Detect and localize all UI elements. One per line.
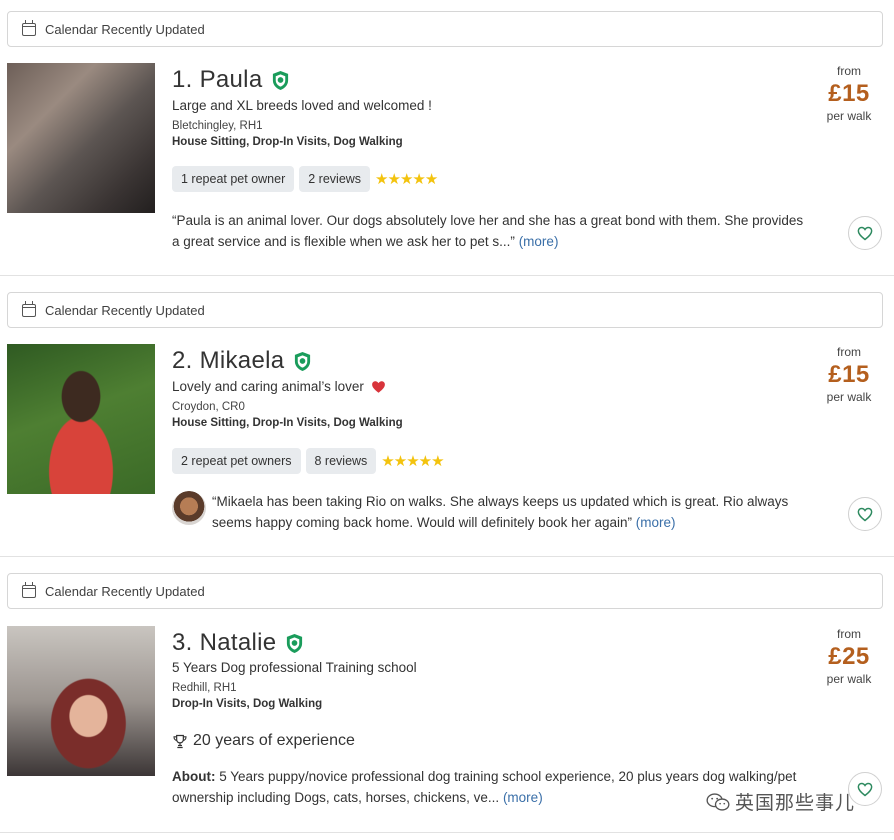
sitter-location: Bletchingley, RH1 [172,120,263,132]
favorite-button[interactable] [848,216,882,250]
price-from: from [837,64,861,78]
heart-icon [857,507,873,521]
sitter-services: House Sitting, Drop-In Visits, Dog Walki… [172,417,403,429]
about-label: About: [172,769,216,784]
reviews-count-badge[interactable]: 8 reviews [305,448,377,474]
sitter-name[interactable]: 3. Natalie [172,629,276,657]
trophy-icon [173,734,187,748]
heart-emoji-icon [371,380,385,393]
sitter-name[interactable]: 2. Mikaela [172,347,284,375]
reviewer-avatar [172,491,206,525]
shield-check-icon [287,633,303,653]
heart-icon [857,226,873,240]
wechat-icon [706,792,730,811]
review-snippet: “Paula is an animal lover. Our dogs abso… [172,210,812,252]
heart-icon [857,782,873,796]
more-link[interactable]: (more) [636,515,676,530]
review-snippet: “Mikaela has been taking Rio on walks. S… [212,491,812,533]
calendar-label: Calendar Recently Updated [45,302,205,318]
calendar-updated-bar: Calendar Recently Updated [7,573,883,609]
sitter-location: Croydon, CR0 [172,401,245,413]
sitter-photo[interactable] [7,63,155,213]
price-amount: £15 [828,361,870,388]
price-block: from £25 per walk [814,627,884,686]
shield-check-icon [273,70,289,90]
price-block: from £15 per walk [814,64,884,123]
repeat-owners-badge: 1 repeat pet owner [172,166,295,192]
about-text: 5 Years puppy/novice professional dog tr… [172,769,797,805]
calendar-label: Calendar Recently Updated [45,583,205,599]
more-link[interactable]: (more) [503,790,543,805]
calendar-updated-bar: Calendar Recently Updated [7,292,883,328]
price-unit: per walk [826,672,872,686]
calendar-icon [22,19,36,36]
shield-check-icon [295,351,311,371]
sitter-location: Redhill, RH1 [172,682,237,694]
review-text: “Paula is an animal lover. Our dogs abso… [172,213,804,249]
more-link[interactable]: (more) [519,234,559,249]
reviews-count-badge[interactable]: 2 reviews [299,166,371,192]
calendar-label: Calendar Recently Updated [45,21,205,37]
sitter-tagline: 5 Years Dog professional Training school [172,660,417,675]
experience-text: 20 years of experience [193,732,355,749]
price-unit: per walk [826,390,872,404]
favorite-button[interactable] [848,497,882,531]
sitter-name[interactable]: 1. Paula [172,66,262,94]
tagline-text: 5 Years Dog professional Training school [172,660,417,675]
watermark: 英国那些事儿 [705,788,855,815]
calendar-icon [22,581,36,598]
sitter-services: House Sitting, Drop-In Visits, Dog Walki… [172,136,403,148]
price-block: from £15 per walk [814,345,884,404]
price-amount: £25 [828,643,870,670]
price-from: from [837,627,861,641]
sitter-services: Drop-In Visits, Dog Walking [172,698,323,710]
sitter-photo[interactable] [7,344,155,494]
star-rating: ★★★★★ [381,453,444,470]
sitter-photo[interactable] [7,626,155,776]
tagline-text: Lovely and caring animal’s lover [172,379,364,394]
sitter-tagline: Large and XL breeds loved and welcomed ! [172,98,432,113]
price-unit: per walk [826,109,872,123]
tagline-text: Large and XL breeds loved and welcomed ! [172,98,432,113]
sitter-tagline: Lovely and caring animal’s lover [172,379,387,394]
price-amount: £15 [828,80,870,107]
review-text: “Mikaela has been taking Rio on walks. S… [212,494,789,530]
price-from: from [837,345,861,359]
calendar-updated-bar: Calendar Recently Updated [7,11,883,47]
experience-line: 20 years of experience [172,732,355,750]
repeat-owners-badge: 2 repeat pet owners [172,448,301,474]
star-rating: ★★★★★ [375,171,438,188]
watermark-text: 英国那些事儿 [735,792,856,814]
calendar-icon [22,300,36,317]
